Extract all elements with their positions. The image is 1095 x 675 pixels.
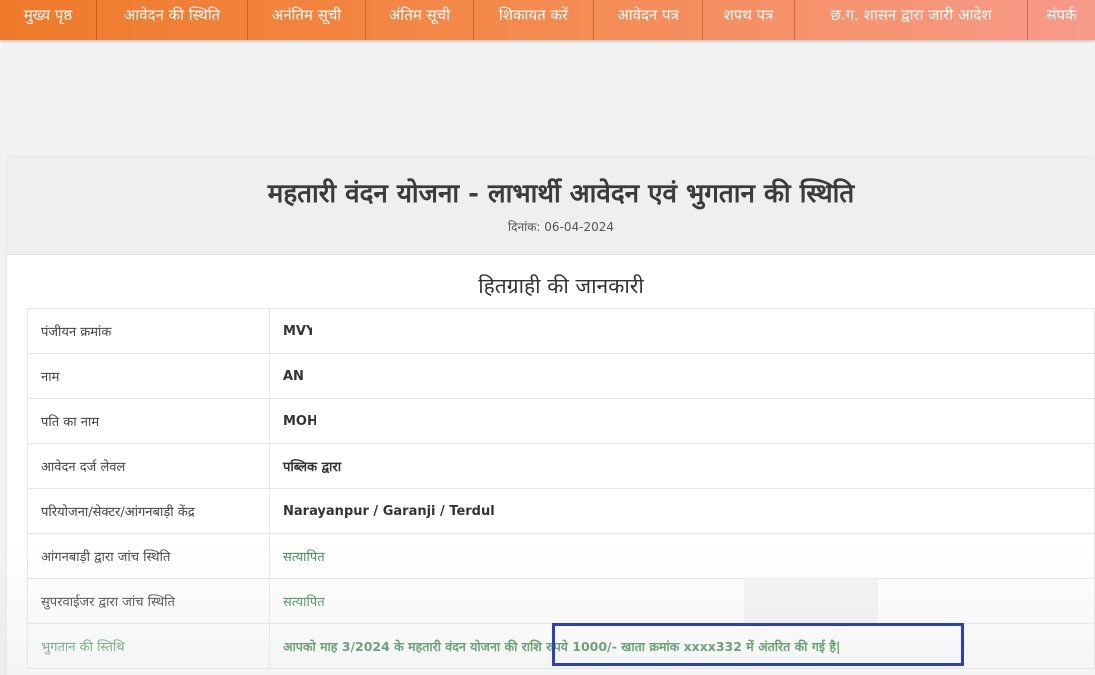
page-title: महतारी वंदन योजना - लाभार्थी आवेदन एवं भ… — [267, 179, 855, 209]
nav-final-list[interactable]: अंतिम सूची — [366, 0, 474, 40]
nav-affidavit[interactable]: शपथ पत्र — [703, 0, 795, 40]
nav-govt-orders[interactable]: छ.ग. शासन द्वारा जारी आदेश — [795, 0, 1028, 40]
row-label: पति का नाम — [27, 398, 270, 444]
table-row: परियोजना/सेक्टर/आंगनबाड़ी केंद्र Narayan… — [27, 488, 1095, 534]
table-row: नाम AN — [27, 353, 1095, 399]
row-label: आंगनबाड़ी द्वारा जांच स्थिति — [27, 533, 270, 579]
row-label: परियोजना/सेक्टर/आंगनबाड़ी केंद्र — [27, 488, 270, 534]
page-date: दिनांक: 06-04-2024 — [507, 220, 615, 234]
name-value: AN — [269, 353, 1095, 399]
payment-status-value: आपको माह 3/2024 के महतारी वंदन योजना की … — [269, 623, 1095, 669]
redaction-block — [312, 309, 512, 339]
beneficiary-info-table: पंजीयन क्रमांक MVY नाम AN पति का नाम MOH… — [27, 308, 1095, 669]
nav-application-form[interactable]: आवेदन पत्र — [594, 0, 703, 40]
table-row: भुगतान की स्तिथि आपको माह 3/2024 के महता… — [27, 623, 1095, 669]
entry-level-value: पब्लिक द्वारा — [269, 443, 1095, 489]
redaction-block — [304, 354, 534, 398]
row-label: सुपरवाईजर द्वारा जांच स्थिति — [27, 578, 270, 624]
registration-number-value: MVY — [269, 308, 1095, 354]
table-row: पंजीयन क्रमांक MVY — [27, 308, 1095, 354]
supervisor-verification-status: सत्यापित — [269, 578, 1095, 624]
table-row: पति का नाम MOH — [27, 398, 1095, 444]
table-row: सुपरवाईजर द्वारा जांच स्थिति सत्यापित — [27, 578, 1095, 624]
row-label: भुगतान की स्तिथि — [27, 623, 270, 669]
card-header: महतारी वंदन योजना - लाभार्थी आवेदन एवं भ… — [7, 158, 1095, 255]
nav-provisional-list[interactable]: अनंतिम सूची — [248, 0, 366, 40]
anganwadi-verification-status: सत्यापित — [269, 533, 1095, 579]
redaction-block — [316, 399, 546, 443]
row-label: आवेदन दर्ज लेवल — [27, 443, 270, 489]
row-label: पंजीयन क्रमांक — [27, 308, 270, 354]
status-card: महतारी वंदन योजना - लाभार्थी आवेदन एवं भ… — [7, 158, 1095, 675]
project-sector-value: Narayanpur / Garanji / Terdul — [269, 488, 1095, 534]
table-row: आंगनबाड़ी द्वारा जांच स्थिति सत्यापित — [27, 533, 1095, 579]
husband-name-value: MOH — [269, 398, 1095, 444]
nav-application-status[interactable]: आवेदन की स्थिति — [97, 0, 248, 40]
table-row: आवेदन दर्ज लेवल पब्लिक द्वारा — [27, 443, 1095, 489]
redaction-block — [744, 579, 878, 623]
row-label: नाम — [27, 353, 270, 399]
section-title: हितग्राही की जानकारी — [478, 274, 644, 298]
top-nav: मुख्य पृष्ठ आवेदन की स्थिति अनंतिम सूची … — [0, 0, 1095, 40]
nav-home[interactable]: मुख्य पृष्ठ — [0, 0, 97, 40]
nav-contact[interactable]: संपर्क — [1028, 0, 1095, 40]
nav-complaint[interactable]: शिकायत करें — [474, 0, 594, 40]
